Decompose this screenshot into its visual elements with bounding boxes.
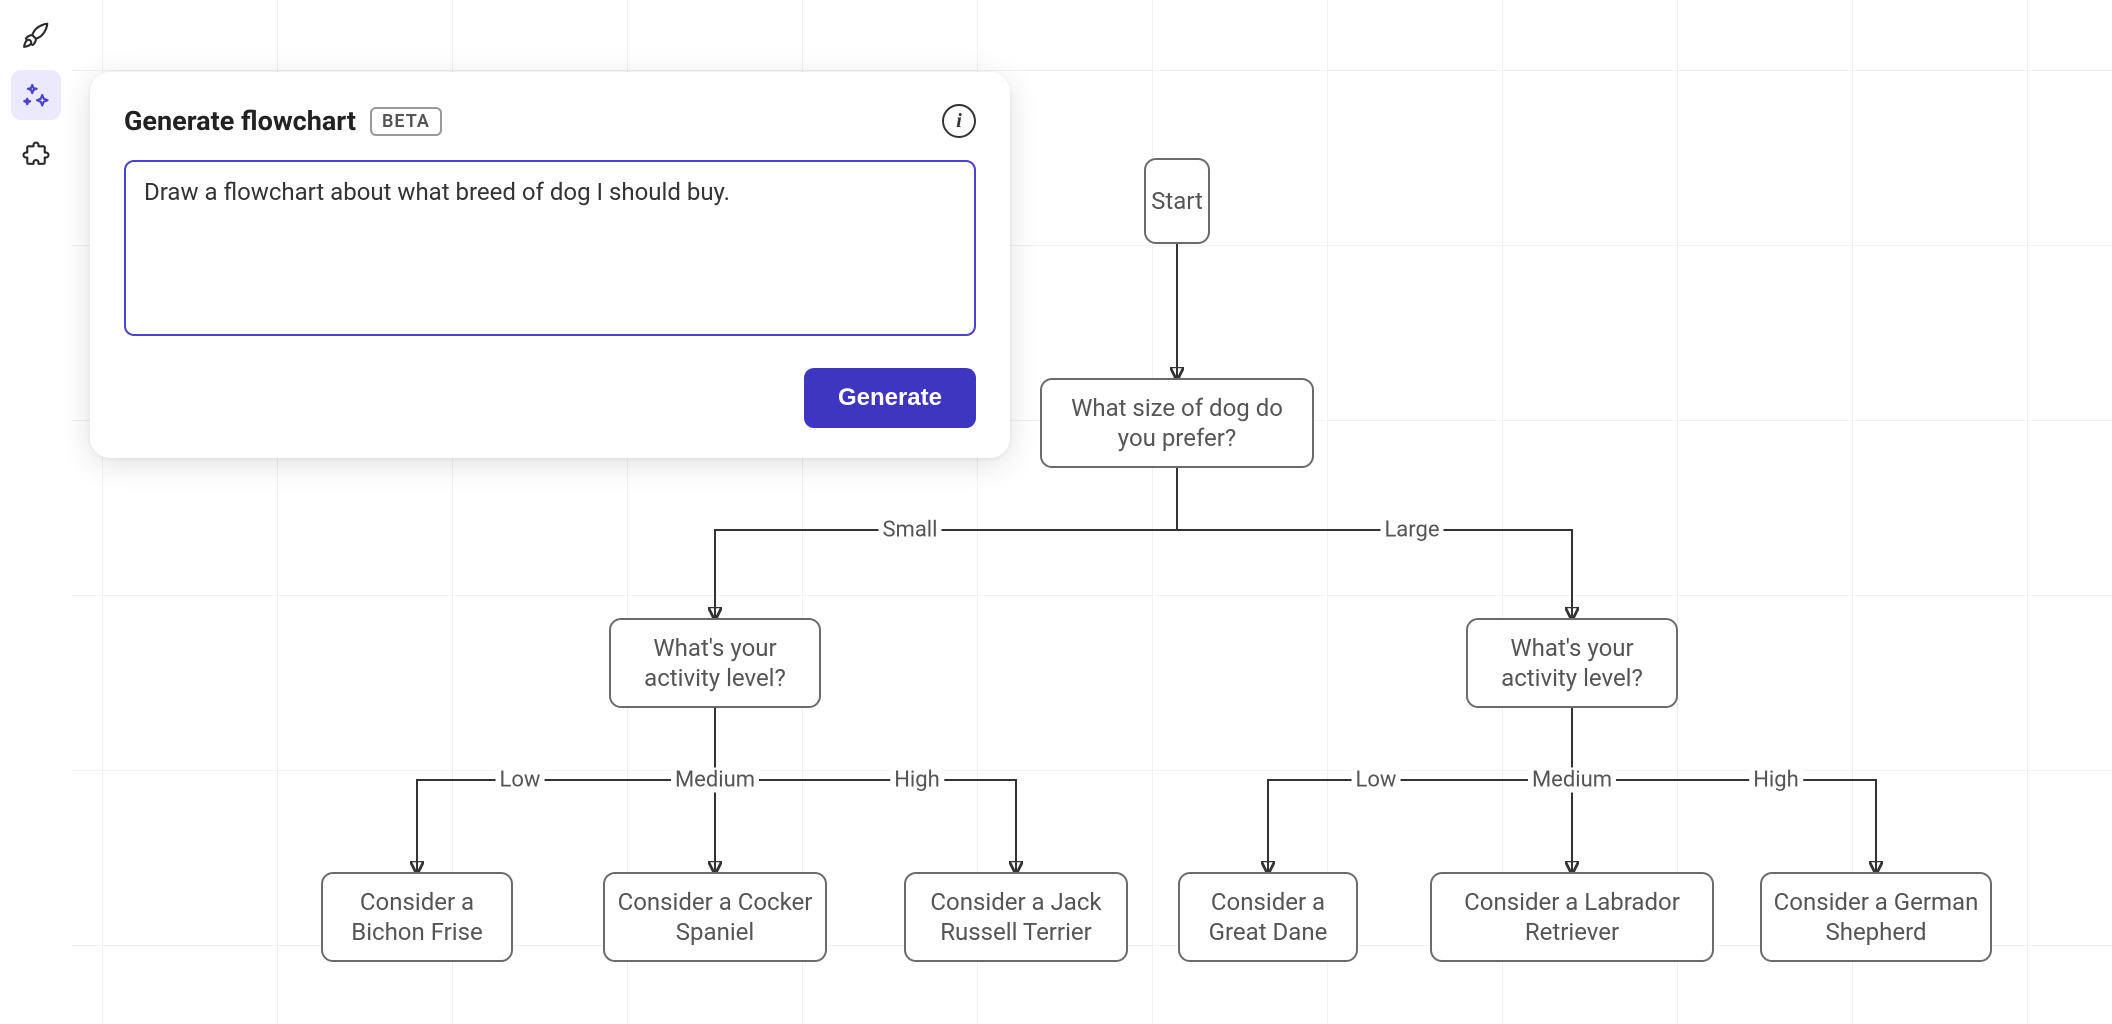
puzzle-icon[interactable] bbox=[11, 130, 61, 180]
node-size-question[interactable]: What size of dog do you prefer? bbox=[1040, 378, 1314, 468]
beta-badge: BETA bbox=[370, 107, 442, 136]
edge-label-large: Large bbox=[1380, 518, 1443, 543]
node-cocker[interactable]: Consider a Cocker Spaniel bbox=[603, 872, 827, 962]
edge-label-high-2: High bbox=[1749, 768, 1803, 793]
panel-header: Generate flowchart BETA i bbox=[124, 104, 976, 138]
node-bichon[interactable]: Consider a Bichon Frise bbox=[321, 872, 513, 962]
node-dane[interactable]: Consider a Great Dane bbox=[1178, 872, 1358, 962]
edge-label-med-2: Medium bbox=[1528, 768, 1616, 793]
panel-footer: Generate bbox=[124, 368, 976, 428]
prompt-input[interactable] bbox=[124, 160, 976, 336]
generate-panel: Generate flowchart BETA i Generate bbox=[90, 72, 1010, 458]
edge-label-small: Small bbox=[878, 518, 941, 543]
node-shepherd[interactable]: Consider a German Shepherd bbox=[1760, 872, 1992, 962]
rocket-icon[interactable] bbox=[11, 10, 61, 60]
edge-label-low-2: Low bbox=[1352, 768, 1401, 793]
sparkle-icon[interactable] bbox=[11, 70, 61, 120]
left-toolbar bbox=[0, 0, 72, 180]
node-activity-large[interactable]: What's your activity level? bbox=[1466, 618, 1678, 708]
node-start[interactable]: Start bbox=[1144, 158, 1210, 244]
edge-label-high-1: High bbox=[890, 768, 944, 793]
edge-label-low-1: Low bbox=[496, 768, 545, 793]
panel-title: Generate flowchart bbox=[124, 105, 356, 137]
generate-button[interactable]: Generate bbox=[804, 368, 976, 428]
node-labrador[interactable]: Consider a Labrador Retriever bbox=[1430, 872, 1714, 962]
node-activity-small[interactable]: What's your activity level? bbox=[609, 618, 821, 708]
info-icon[interactable]: i bbox=[942, 104, 976, 138]
node-jrt[interactable]: Consider a Jack Russell Terrier bbox=[904, 872, 1128, 962]
edge-label-med-1: Medium bbox=[671, 768, 759, 793]
